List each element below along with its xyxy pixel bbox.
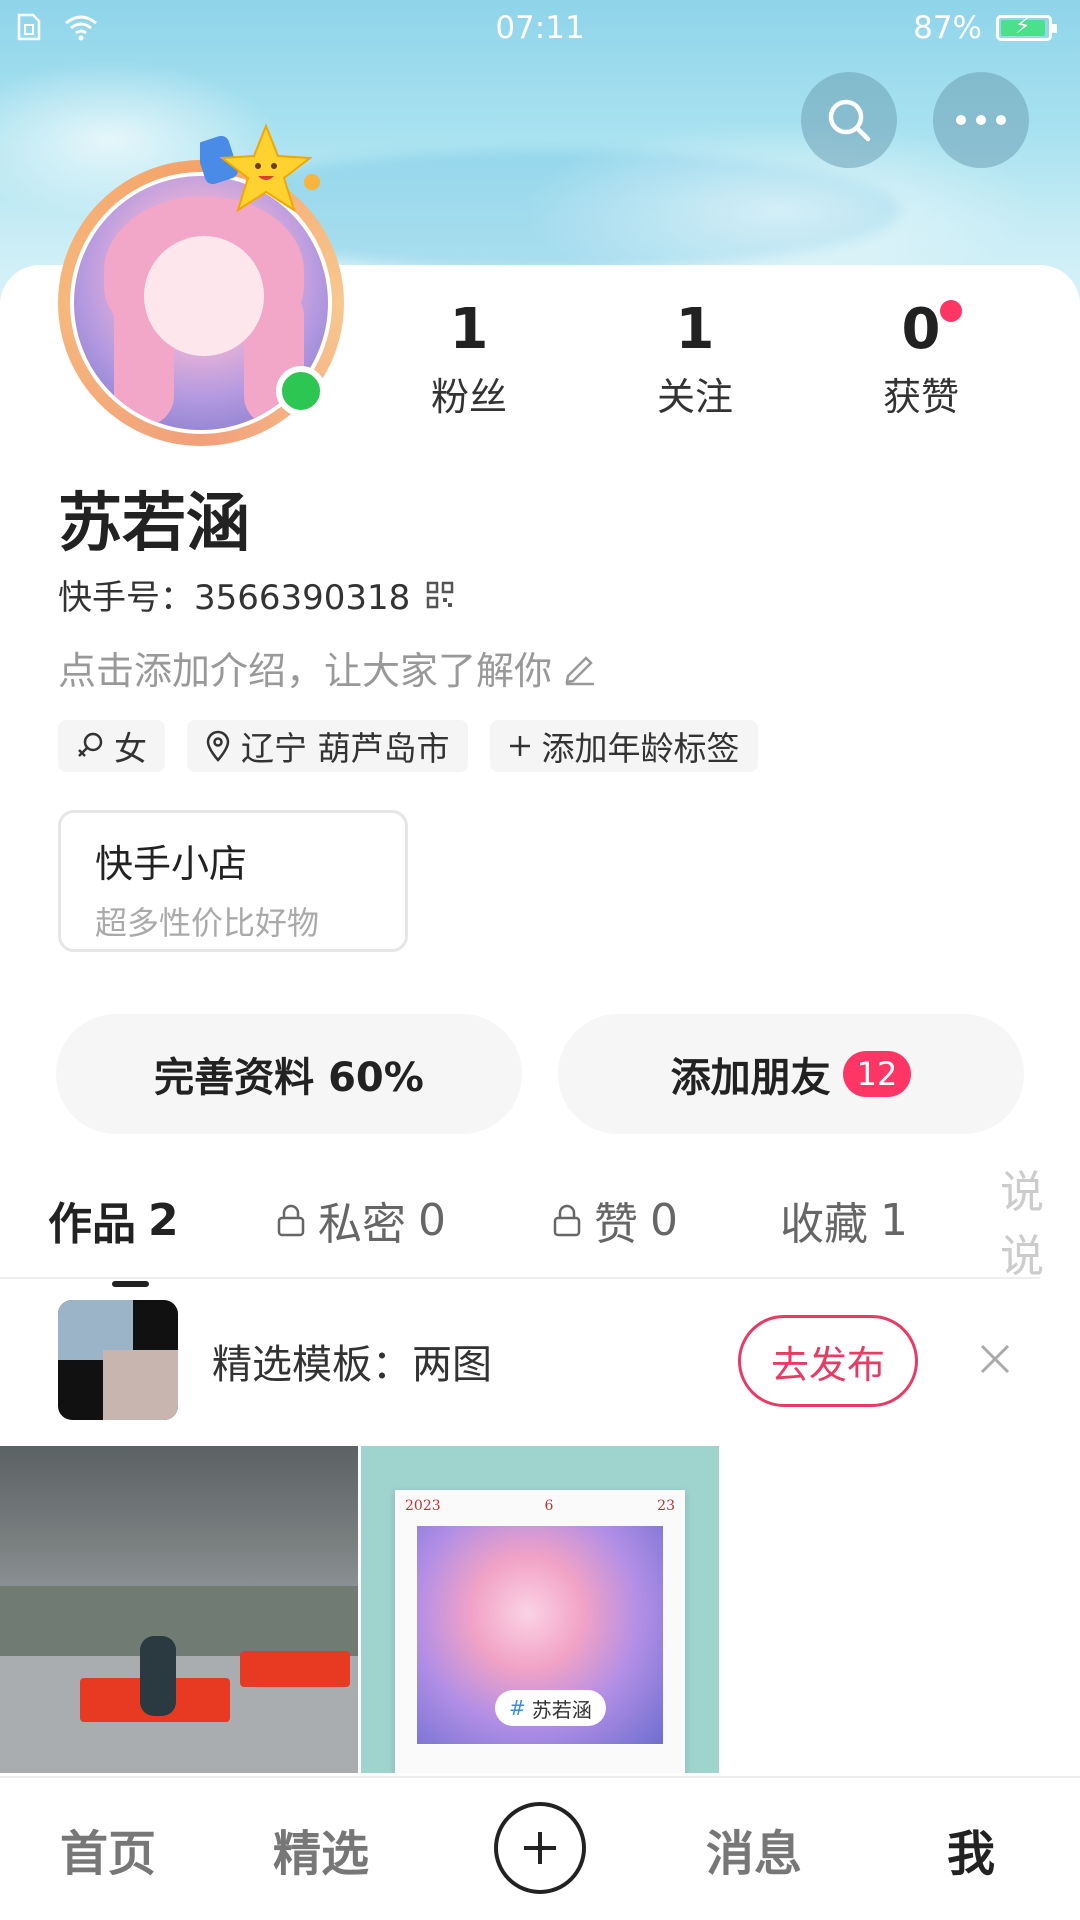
kuaishou-shop-card[interactable]: 快手小店 超多性价比好物 — [58, 810, 408, 952]
work2-tag-label: 苏若涵 — [531, 1697, 592, 1722]
nav-messages[interactable]: 消息 — [706, 1814, 802, 1884]
qr-code-icon[interactable] — [426, 581, 454, 609]
followers-count: 1 — [449, 297, 489, 362]
shop-subtitle: 超多性价比好物 — [95, 904, 320, 942]
search-icon — [828, 99, 871, 142]
tab-private-count: 0 — [418, 1194, 446, 1246]
status-bar: 07:11 87% ⚡ — [0, 0, 1080, 58]
template-suggestion: 精选模板：两图 去发布 — [0, 1280, 1080, 1440]
work-thumbnail-2[interactable]: 2023 6 23 # 苏若涵 — [361, 1446, 719, 1773]
online-status-dot — [276, 366, 326, 416]
star-sticker-icon — [200, 123, 320, 213]
add-age-label: 添加年龄标签 — [541, 729, 740, 768]
stat-following[interactable]: 1 关注 — [615, 298, 775, 421]
tab-liked-label: 赞 — [594, 1199, 638, 1250]
followers-label: 粉丝 — [430, 375, 507, 419]
work2-day: 23 — [657, 1498, 675, 1514]
location-label: 辽宁 葫芦岛市 — [241, 729, 450, 768]
tab-posts-label: 说说 — [1000, 1167, 1044, 1282]
intro-text: 点击添加介绍，让大家了解你 — [58, 649, 553, 693]
gender-label: 女 — [114, 729, 147, 768]
work2-month: 6 — [544, 1498, 554, 1514]
bottom-nav: 首页 精选 消息 我 — [0, 1776, 1080, 1920]
plus-icon — [509, 736, 530, 756]
edit-icon — [565, 655, 595, 685]
add-friends-button[interactable]: 添加朋友 12 — [558, 1014, 1024, 1134]
tab-favorites-count: 1 — [880, 1194, 908, 1246]
profile-tags: 女 辽宁 葫芦岛市 添加年龄标签 — [58, 720, 758, 772]
game-character — [140, 1636, 176, 1716]
lock-icon — [277, 1204, 305, 1237]
plus-icon — [524, 1832, 556, 1864]
battery-icon: ⚡ — [996, 14, 1057, 41]
tab-liked-count: 0 — [650, 1194, 678, 1246]
add-friends-badge: 12 — [842, 1051, 912, 1097]
template-thumbnail[interactable] — [58, 1300, 178, 1420]
female-icon — [78, 732, 103, 757]
location-pin-icon — [206, 730, 230, 762]
tab-favorites-label: 收藏 — [780, 1199, 868, 1250]
kuaishou-id-label: 快手号： — [58, 578, 194, 618]
more-button[interactable] — [933, 72, 1029, 168]
tab-works-count: 2 — [148, 1194, 179, 1246]
publish-button[interactable]: 去发布 — [738, 1315, 918, 1407]
following-label: 关注 — [656, 375, 733, 419]
nav-home[interactable]: 首页 — [60, 1814, 156, 1884]
template-text: 精选模板：两图 — [212, 1342, 492, 1388]
kuaishou-id: 3566390318 — [194, 578, 411, 618]
location-tag[interactable]: 辽宁 葫芦岛市 — [187, 720, 468, 772]
work-thumbnail-1[interactable] — [0, 1446, 358, 1773]
likes-count: 0 — [901, 297, 941, 362]
tab-favorites[interactable]: 收藏 1 — [780, 1175, 908, 1265]
shop-title: 快手小店 — [95, 842, 248, 886]
search-button[interactable] — [801, 72, 897, 168]
nav-me[interactable]: 我 — [947, 1814, 995, 1884]
tab-liked[interactable]: 赞 0 — [552, 1175, 678, 1265]
content-tabs: 作品 2 私密 0 赞 0 收藏 1 说说 — [0, 1167, 1080, 1287]
stat-likes[interactable]: 0 获赞 — [841, 298, 1001, 421]
following-count: 1 — [675, 297, 715, 362]
work2-topic-chip: # 苏若涵 — [495, 1690, 606, 1726]
tab-private[interactable]: 私密 0 — [276, 1175, 446, 1265]
kuaishou-id-row: 快手号：3566390318 — [58, 570, 454, 619]
close-icon[interactable] — [978, 1342, 1012, 1376]
tab-posts[interactable]: 说说 — [1000, 1167, 1080, 1282]
hashtag-icon: # — [509, 1696, 526, 1720]
complete-profile-label: 完善资料 60% — [154, 1055, 424, 1101]
gender-tag[interactable]: 女 — [58, 720, 165, 772]
create-button[interactable] — [494, 1802, 586, 1894]
stat-followers[interactable]: 1 粉丝 — [389, 298, 549, 421]
likes-notification-dot — [940, 300, 962, 322]
nav-featured[interactable]: 精选 — [273, 1814, 369, 1884]
more-icon — [956, 115, 1006, 125]
lock-icon — [553, 1204, 581, 1237]
work2-year: 2023 — [405, 1498, 441, 1514]
intro-placeholder[interactable]: 点击添加介绍，让大家了解你 — [58, 640, 598, 695]
battery-percent: 87% — [913, 10, 982, 46]
add-age-tag[interactable]: 添加年龄标签 — [489, 720, 758, 772]
tab-works-label: 作品 — [48, 1199, 136, 1250]
tabs-divider — [0, 1277, 1040, 1279]
complete-profile-button[interactable]: 完善资料 60% — [56, 1014, 522, 1134]
likes-label: 获赞 — [882, 375, 959, 419]
tab-private-label: 私密 — [318, 1199, 406, 1250]
tab-works[interactable]: 作品 2 — [48, 1175, 179, 1287]
profile-name: 苏若涵 — [58, 487, 250, 561]
add-friends-label: 添加朋友 — [670, 1055, 831, 1101]
